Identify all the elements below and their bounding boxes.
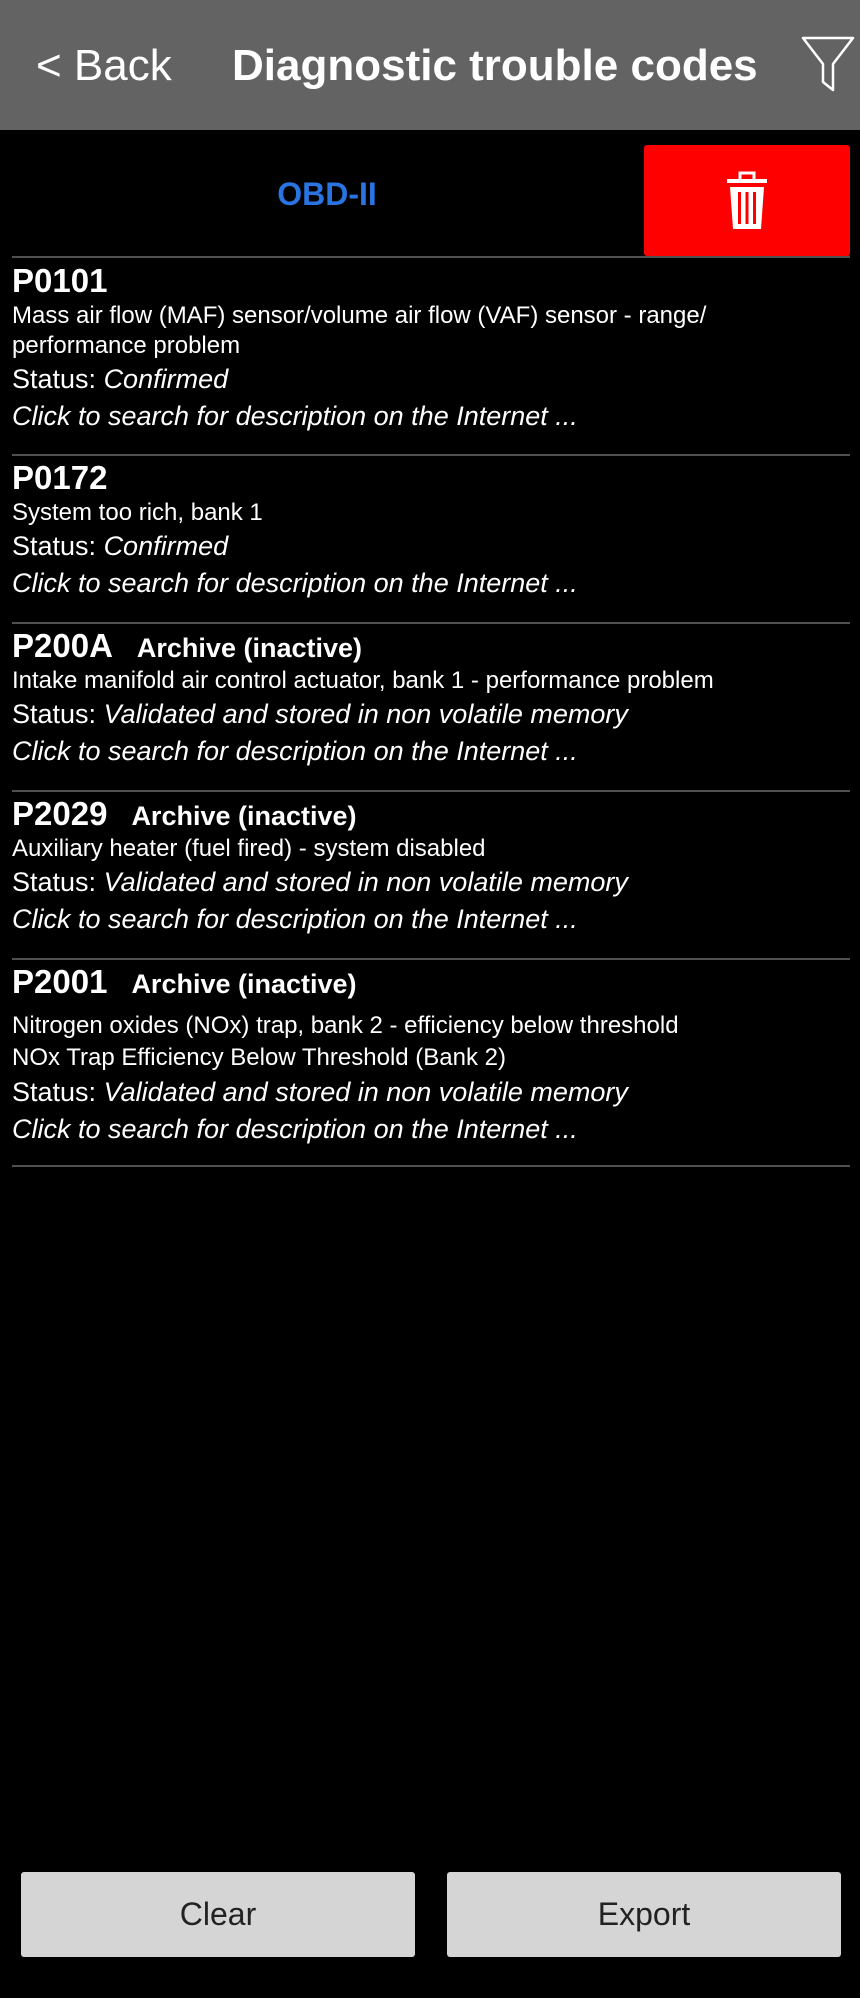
search-internet-link[interactable]: Click to search for description on the I… <box>12 397 850 435</box>
tab-bar: OBD-II <box>0 130 860 258</box>
dtc-code: P200A <box>12 627 113 664</box>
search-internet-link[interactable]: Click to search for description on the I… <box>12 732 850 770</box>
dtc-status: Status: Validated and stored in non vola… <box>12 1077 628 1107</box>
dtc-status: Status: Confirmed <box>12 364 229 394</box>
dtc-status: Status: Validated and stored in non vola… <box>12 699 628 729</box>
divider <box>12 454 850 456</box>
divider <box>12 1165 850 1167</box>
search-internet-link[interactable]: Click to search for description on the I… <box>12 564 850 602</box>
dtc-description: Mass air flow (MAF) sensor/volume air fl… <box>12 302 707 329</box>
divider <box>12 622 850 624</box>
dtc-code: P2001 <box>12 963 108 1000</box>
tab-obd-ii[interactable]: OBD-II <box>12 130 642 258</box>
dtc-code: P2029 <box>12 795 108 832</box>
divider <box>12 958 850 960</box>
page-title: Diagnostic trouble codes <box>232 41 758 90</box>
archive-badge: Archive (inactive) <box>131 969 357 999</box>
export-button[interactable]: Export <box>447 1872 841 1957</box>
dtc-status: Status: Validated and stored in non vola… <box>12 867 628 897</box>
dtc-item-p0172[interactable]: P0172 System too rich, bank 1 Status: Co… <box>12 458 850 602</box>
dtc-item-p2029[interactable]: P2029 Archive (inactive) Auxiliary heate… <box>12 794 850 938</box>
archive-badge: Archive (inactive) <box>131 801 357 831</box>
archive-badge: Archive (inactive) <box>136 633 362 663</box>
search-internet-link[interactable]: Click to search for description on the I… <box>12 900 850 938</box>
delete-button[interactable] <box>644 145 850 256</box>
dtc-code: P0101 <box>12 262 108 299</box>
back-button[interactable]: < Back <box>36 38 172 94</box>
search-internet-link[interactable]: Click to search for description on the I… <box>12 1110 850 1148</box>
dtc-description: Intake manifold air control actuator, ba… <box>12 667 714 694</box>
trash-icon <box>727 171 767 229</box>
divider <box>12 256 850 258</box>
clear-button[interactable]: Clear <box>21 1872 415 1957</box>
dtc-description: Nitrogen oxides (NOx) trap, bank 2 - eff… <box>12 1012 679 1039</box>
dtc-description: Auxiliary heater (fuel fired) - system d… <box>12 835 486 862</box>
divider <box>12 790 850 792</box>
dtc-item-p200a[interactable]: P200A Archive (inactive) Intake manifold… <box>12 626 850 770</box>
filter-icon[interactable] <box>800 34 860 94</box>
dtc-item-p2001[interactable]: P2001 Archive (inactive) Nitrogen oxides… <box>12 962 850 1148</box>
dtc-description: System too rich, bank 1 <box>12 499 263 526</box>
dtc-item-p0101[interactable]: P0101 Mass air flow (MAF) sensor/volume … <box>12 261 850 435</box>
header-bar: < Back Diagnostic trouble codes <box>0 0 860 130</box>
dtc-description-cont: NOx Trap Efficiency Below Threshold (Ban… <box>12 1044 506 1071</box>
dtc-code: P0172 <box>12 459 108 496</box>
dtc-description-cont: performance problem <box>12 332 241 359</box>
dtc-status: Status: Confirmed <box>12 531 229 561</box>
